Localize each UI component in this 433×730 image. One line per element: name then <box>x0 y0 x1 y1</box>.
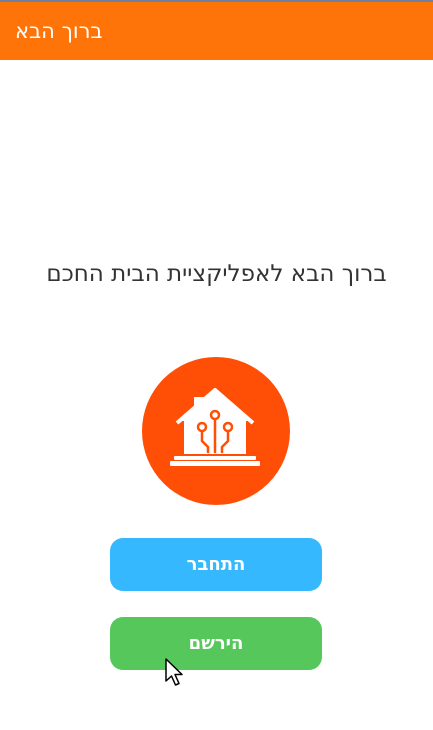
mouse-pointer-icon <box>165 658 183 686</box>
smart-home-icon <box>170 388 260 466</box>
welcome-heading: ברוך הבא לאפליקציית הבית החכם <box>46 261 387 287</box>
app-bar: ברוך הבא <box>0 2 433 60</box>
app-bar-title: ברוך הבא <box>15 19 103 43</box>
login-button[interactable]: התחבר <box>110 538 322 591</box>
register-button[interactable]: הירשם <box>110 617 322 670</box>
smart-home-logo <box>142 357 290 505</box>
